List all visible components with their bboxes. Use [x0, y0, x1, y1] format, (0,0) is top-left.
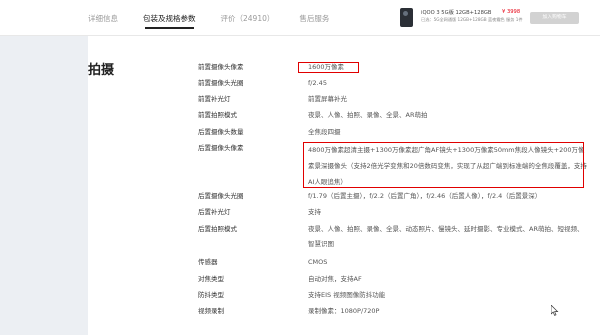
spec-value: 夜景、人像、拍照、录像、全景、AR萌拍 [308, 111, 428, 119]
spec-value: 自动对焦，支持AF [308, 275, 362, 283]
highlight-box-front-pixels [298, 62, 359, 73]
spec-label: 后置摄像头数量 [198, 128, 244, 136]
product-selection: 已选：5G全网通版 12GB+128GB 蓝夜霜色 服务 1件 [421, 17, 523, 22]
spec-label: 前置摄像头像素 [198, 63, 244, 71]
tab-details[interactable]: 详细信息 [88, 13, 118, 24]
highlight-box-rear-pixels [303, 142, 584, 188]
section-title: 拍摄 [88, 63, 115, 78]
product-thumbnail [400, 8, 413, 27]
page: 详细信息 包装及规格参数 评价（24910） 售后服务 iQOO 3 5G版 1… [0, 0, 600, 335]
spec-value: 全焦段四摄 [308, 128, 341, 136]
spec-value: 支持EIS 视频图像防抖功能 [308, 291, 386, 299]
spec-value: CMOS [308, 258, 328, 266]
tab-reviews[interactable]: 评价（24910） [221, 13, 275, 24]
spec-label: 前置补光灯 [198, 95, 231, 103]
spec-label: 防抖类型 [198, 291, 224, 299]
spec-value: 前置屏幕补光 [308, 95, 347, 103]
top-nav-bar: 详细信息 包装及规格参数 评价（24910） 售后服务 iQOO 3 5G版 1… [0, 0, 600, 36]
spec-value: f/2.45 [308, 79, 327, 87]
tab-bar: 详细信息 包装及规格参数 评价（24910） 售后服务 [88, 13, 354, 29]
spec-label: 后置摄像头像素 [198, 144, 244, 152]
tab-after-sales[interactable]: 售后服务 [299, 13, 329, 24]
spec-label: 后置拍照模式 [198, 225, 237, 233]
spec-value: 录制像素：1080P/720P [308, 307, 380, 315]
add-to-cart-button[interactable]: 加入购物车 [530, 12, 579, 24]
spec-value: 支持 [308, 208, 321, 216]
product-price: ¥ 3998 [502, 9, 521, 15]
tab-specs[interactable]: 包装及规格参数 [143, 13, 196, 29]
spec-label: 后置摄像头光圈 [198, 192, 244, 200]
spec-label: 传感器 [198, 258, 218, 266]
spec-value: f/1.79（后置主摄），f/2.2（后置广角），f/2.46（后置人像），f/… [308, 192, 542, 200]
spec-label: 前置拍照模式 [198, 111, 237, 119]
product-summary: iQOO 3 5G版 12GB+128GB ¥ 3998 已选：5G全网通版 1… [400, 6, 595, 30]
spec-label: 后置补光灯 [198, 208, 231, 216]
spec-content: 拍摄 前置摄像头像素 1600万像素 前置摄像头光圈 f/2.45 前置补光灯 … [88, 36, 600, 335]
spec-label: 前置摄像头光圈 [198, 79, 244, 87]
spec-label: 对焦类型 [198, 275, 224, 283]
spec-value: 夜景、人像、拍照、录像、全景、动态照片、慢镜头、延时摄影、专业模式、AR萌拍、短… [308, 225, 584, 248]
product-name: iQOO 3 5G版 12GB+128GB [421, 10, 492, 16]
spec-label: 视频录制 [198, 307, 224, 315]
